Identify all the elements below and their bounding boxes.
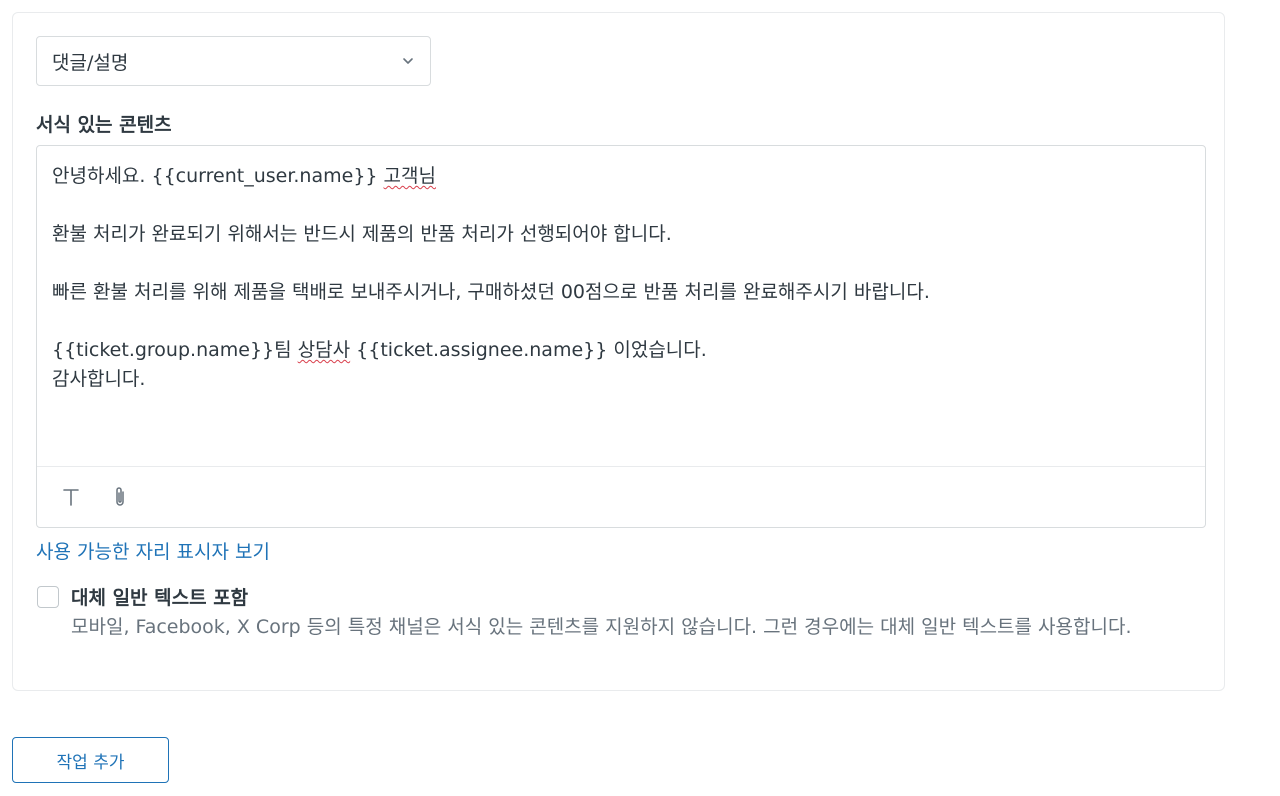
chevron-down-icon	[403, 58, 413, 64]
misspelled-word: 고객님	[383, 165, 436, 187]
editor-line: 환불 처리가 완료되기 위해서는 반드시 제품의 반품 처리가 선행되어야 합니…	[52, 223, 672, 245]
text-format-button[interactable]	[58, 484, 84, 510]
action-type-select-value: 댓글/설명	[52, 51, 129, 74]
action-card: 댓글/설명 서식 있는 콘텐츠 안녕하세요. {{current_user.na…	[12, 12, 1225, 691]
rich-content-label: 서식 있는 콘텐츠	[36, 114, 172, 136]
fallback-text-checkbox[interactable]	[37, 586, 59, 608]
editor-line: 감사합니다.	[52, 368, 146, 390]
fallback-text-hint: 모바일, Facebook, X Corp 등의 특정 채널은 서식 있는 콘텐…	[71, 616, 1132, 638]
view-placeholders-link[interactable]: 사용 가능한 자리 표시자 보기	[36, 537, 270, 564]
fallback-text-label[interactable]: 대체 일반 텍스트 포함	[71, 583, 248, 610]
editor-toolbar	[37, 466, 1205, 527]
action-type-select[interactable]: 댓글/설명	[36, 36, 431, 86]
misspelled-word: 상담사	[297, 339, 351, 361]
add-action-button[interactable]: 작업 추가	[12, 737, 169, 783]
rich-content-editor[interactable]: 안녕하세요. {{current_user.name}} 고객님 환불 처리가 …	[36, 145, 1206, 528]
editor-line: 빠른 환불 처리를 위해 제품을 택배로 보내주시거나, 구매하셨던 00점으로…	[52, 281, 930, 303]
paperclip-icon	[116, 487, 124, 506]
editor-line: 안녕하세요. {{current_user.name}} 고객님	[52, 165, 436, 187]
editor-body[interactable]: 안녕하세요. {{current_user.name}} 고객님 환불 처리가 …	[52, 162, 1190, 394]
editor-line: {{ticket.group.name}}팀 상담사 {{ticket.assi…	[52, 339, 707, 361]
text-format-icon	[63, 489, 79, 506]
attach-button[interactable]	[107, 484, 133, 510]
